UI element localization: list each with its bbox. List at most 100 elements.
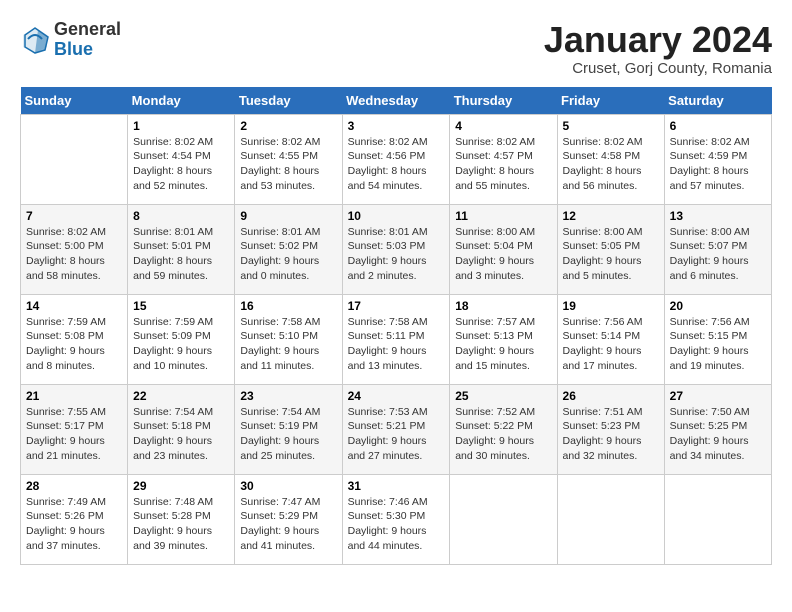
calendar-cell: 3Sunrise: 8:02 AMSunset: 4:56 PMDaylight…	[342, 114, 450, 204]
title-area: January 2024 Cruset, Gorj County, Romani…	[544, 20, 772, 77]
week-row-1: 1 Sunrise: 8:02 AMSunset: 4:54 PMDaylight…	[21, 114, 772, 204]
calendar-body: 1 Sunrise: 8:02 AMSunset: 4:54 PMDaylight…	[21, 114, 772, 564]
day-info: Sunrise: 7:47 AMSunset: 5:29 PMDaylight:…	[240, 495, 336, 554]
week-row-3: 14 Sunrise: 7:59 AMSunset: 5:08 PMDayligh…	[21, 294, 772, 384]
calendar-cell: 13 Sunrise: 8:00 AMSunset: 5:07 PMDayligh…	[664, 204, 771, 294]
day-number: 12	[563, 209, 659, 223]
day-number: 14	[26, 299, 122, 313]
calendar-cell: 11 Sunrise: 8:00 AMSunset: 5:04 PMDayligh…	[450, 204, 557, 294]
day-info: Sunrise: 7:46 AMSunset: 5:30 PMDaylight:…	[348, 495, 445, 554]
day-number: 8	[133, 209, 229, 223]
day-number: 6	[670, 119, 766, 133]
day-info: Sunrise: 8:01 AMSunset: 5:03 PMDaylight:…	[348, 225, 445, 284]
day-number: 7	[26, 209, 122, 223]
day-info: Sunrise: 8:00 AMSunset: 5:07 PMDaylight:…	[670, 225, 766, 284]
calendar-cell: 2 Sunrise: 8:02 AMSunset: 4:55 PMDaylight…	[235, 114, 342, 204]
day-info: Sunrise: 7:48 AMSunset: 5:28 PMDaylight:…	[133, 495, 229, 554]
day-of-week-sunday: Sunday	[21, 87, 128, 115]
day-of-week-wednesday: Wednesday	[342, 87, 450, 115]
day-number: 10	[348, 209, 445, 223]
logo-icon	[20, 25, 50, 55]
day-info: Sunrise: 7:52 AMSunset: 5:22 PMDaylight:…	[455, 405, 551, 464]
day-info: Sunrise: 8:01 AMSunset: 5:01 PMDaylight:…	[133, 225, 229, 284]
day-number: 5	[563, 119, 659, 133]
day-info: Sunrise: 7:51 AMSunset: 5:23 PMDaylight:…	[563, 405, 659, 464]
day-info: Sunrise: 8:00 AMSunset: 5:04 PMDaylight:…	[455, 225, 551, 284]
day-info: Sunrise: 7:54 AMSunset: 5:18 PMDaylight:…	[133, 405, 229, 464]
calendar-cell: 28 Sunrise: 7:49 AMSunset: 5:26 PMDayligh…	[21, 474, 128, 564]
calendar-cell: 6Sunrise: 8:02 AMSunset: 4:59 PMDaylight…	[664, 114, 771, 204]
calendar-cell: 18 Sunrise: 7:57 AMSunset: 5:13 PMDayligh…	[450, 294, 557, 384]
day-number: 15	[133, 299, 229, 313]
calendar-cell: 9Sunrise: 8:01 AMSunset: 5:02 PMDaylight…	[235, 204, 342, 294]
day-of-week-tuesday: Tuesday	[235, 87, 342, 115]
day-number: 21	[26, 389, 122, 403]
calendar-cell: 22Sunrise: 7:54 AMSunset: 5:18 PMDayligh…	[128, 384, 235, 474]
day-number: 23	[240, 389, 336, 403]
week-row-2: 7Sunrise: 8:02 AMSunset: 5:00 PMDaylight…	[21, 204, 772, 294]
calendar-cell: 1 Sunrise: 8:02 AMSunset: 4:54 PMDaylight…	[128, 114, 235, 204]
calendar-table: SundayMondayTuesdayWednesdayThursdayFrid…	[20, 87, 772, 565]
day-info: Sunrise: 7:50 AMSunset: 5:25 PMDaylight:…	[670, 405, 766, 464]
day-info: Sunrise: 8:02 AMSunset: 4:55 PMDaylight:…	[240, 135, 336, 194]
day-number: 16	[240, 299, 336, 313]
calendar-cell: 23 Sunrise: 7:54 AMSunset: 5:19 PMDayligh…	[235, 384, 342, 474]
day-info: Sunrise: 7:54 AMSunset: 5:19 PMDaylight:…	[240, 405, 336, 464]
logo-blue-text: Blue	[54, 39, 93, 59]
day-number: 28	[26, 479, 122, 493]
calendar-cell: 12 Sunrise: 8:00 AMSunset: 5:05 PMDayligh…	[557, 204, 664, 294]
calendar-cell: 27 Sunrise: 7:50 AMSunset: 5:25 PMDayligh…	[664, 384, 771, 474]
calendar-cell: 25 Sunrise: 7:52 AMSunset: 5:22 PMDayligh…	[450, 384, 557, 474]
calendar-subtitle: Cruset, Gorj County, Romania	[544, 60, 772, 77]
day-number: 18	[455, 299, 551, 313]
day-number: 20	[670, 299, 766, 313]
day-number: 4	[455, 119, 551, 133]
day-info: Sunrise: 7:53 AMSunset: 5:21 PMDaylight:…	[348, 405, 445, 464]
day-info: Sunrise: 7:55 AMSunset: 5:17 PMDaylight:…	[26, 405, 122, 464]
day-number: 30	[240, 479, 336, 493]
day-number: 24	[348, 389, 445, 403]
logo-text: General Blue	[54, 20, 121, 60]
calendar-cell: 15Sunrise: 7:59 AMSunset: 5:09 PMDayligh…	[128, 294, 235, 384]
calendar-cell: 7Sunrise: 8:02 AMSunset: 5:00 PMDaylight…	[21, 204, 128, 294]
calendar-cell: 14 Sunrise: 7:59 AMSunset: 5:08 PMDayligh…	[21, 294, 128, 384]
day-number: 3	[348, 119, 445, 133]
day-info: Sunrise: 8:02 AMSunset: 4:54 PMDaylight:…	[133, 135, 229, 194]
calendar-cell: 8 Sunrise: 8:01 AMSunset: 5:01 PMDaylight…	[128, 204, 235, 294]
logo-general-text: General	[54, 19, 121, 39]
day-number: 2	[240, 119, 336, 133]
day-of-week-thursday: Thursday	[450, 87, 557, 115]
day-number: 29	[133, 479, 229, 493]
calendar-cell	[450, 474, 557, 564]
day-info: Sunrise: 7:57 AMSunset: 5:13 PMDaylight:…	[455, 315, 551, 374]
calendar-cell: 21 Sunrise: 7:55 AMSunset: 5:17 PMDayligh…	[21, 384, 128, 474]
day-number: 1	[133, 119, 229, 133]
calendar-cell: 26 Sunrise: 7:51 AMSunset: 5:23 PMDayligh…	[557, 384, 664, 474]
calendar-cell: 30 Sunrise: 7:47 AMSunset: 5:29 PMDayligh…	[235, 474, 342, 564]
day-info: Sunrise: 7:49 AMSunset: 5:26 PMDaylight:…	[26, 495, 122, 554]
day-number: 19	[563, 299, 659, 313]
day-of-week-saturday: Saturday	[664, 87, 771, 115]
calendar-cell: 19 Sunrise: 7:56 AMSunset: 5:14 PMDayligh…	[557, 294, 664, 384]
day-number: 11	[455, 209, 551, 223]
day-info: Sunrise: 8:02 AMSunset: 4:58 PMDaylight:…	[563, 135, 659, 194]
day-number: 27	[670, 389, 766, 403]
day-number: 26	[563, 389, 659, 403]
calendar-cell	[557, 474, 664, 564]
calendar-cell: 16 Sunrise: 7:58 AMSunset: 5:10 PMDayligh…	[235, 294, 342, 384]
calendar-cell	[21, 114, 128, 204]
day-number: 25	[455, 389, 551, 403]
day-info: Sunrise: 8:02 AMSunset: 4:57 PMDaylight:…	[455, 135, 551, 194]
day-info: Sunrise: 7:59 AMSunset: 5:08 PMDaylight:…	[26, 315, 122, 374]
day-of-week-monday: Monday	[128, 87, 235, 115]
calendar-cell: 31Sunrise: 7:46 AMSunset: 5:30 PMDayligh…	[342, 474, 450, 564]
day-number: 13	[670, 209, 766, 223]
calendar-cell: 5 Sunrise: 8:02 AMSunset: 4:58 PMDaylight…	[557, 114, 664, 204]
day-info: Sunrise: 7:56 AMSunset: 5:14 PMDaylight:…	[563, 315, 659, 374]
header-row: SundayMondayTuesdayWednesdayThursdayFrid…	[21, 87, 772, 115]
day-info: Sunrise: 8:00 AMSunset: 5:05 PMDaylight:…	[563, 225, 659, 284]
day-number: 17	[348, 299, 445, 313]
day-info: Sunrise: 7:58 AMSunset: 5:10 PMDaylight:…	[240, 315, 336, 374]
calendar-cell: 24 Sunrise: 7:53 AMSunset: 5:21 PMDayligh…	[342, 384, 450, 474]
day-info: Sunrise: 7:58 AMSunset: 5:11 PMDaylight:…	[348, 315, 445, 374]
